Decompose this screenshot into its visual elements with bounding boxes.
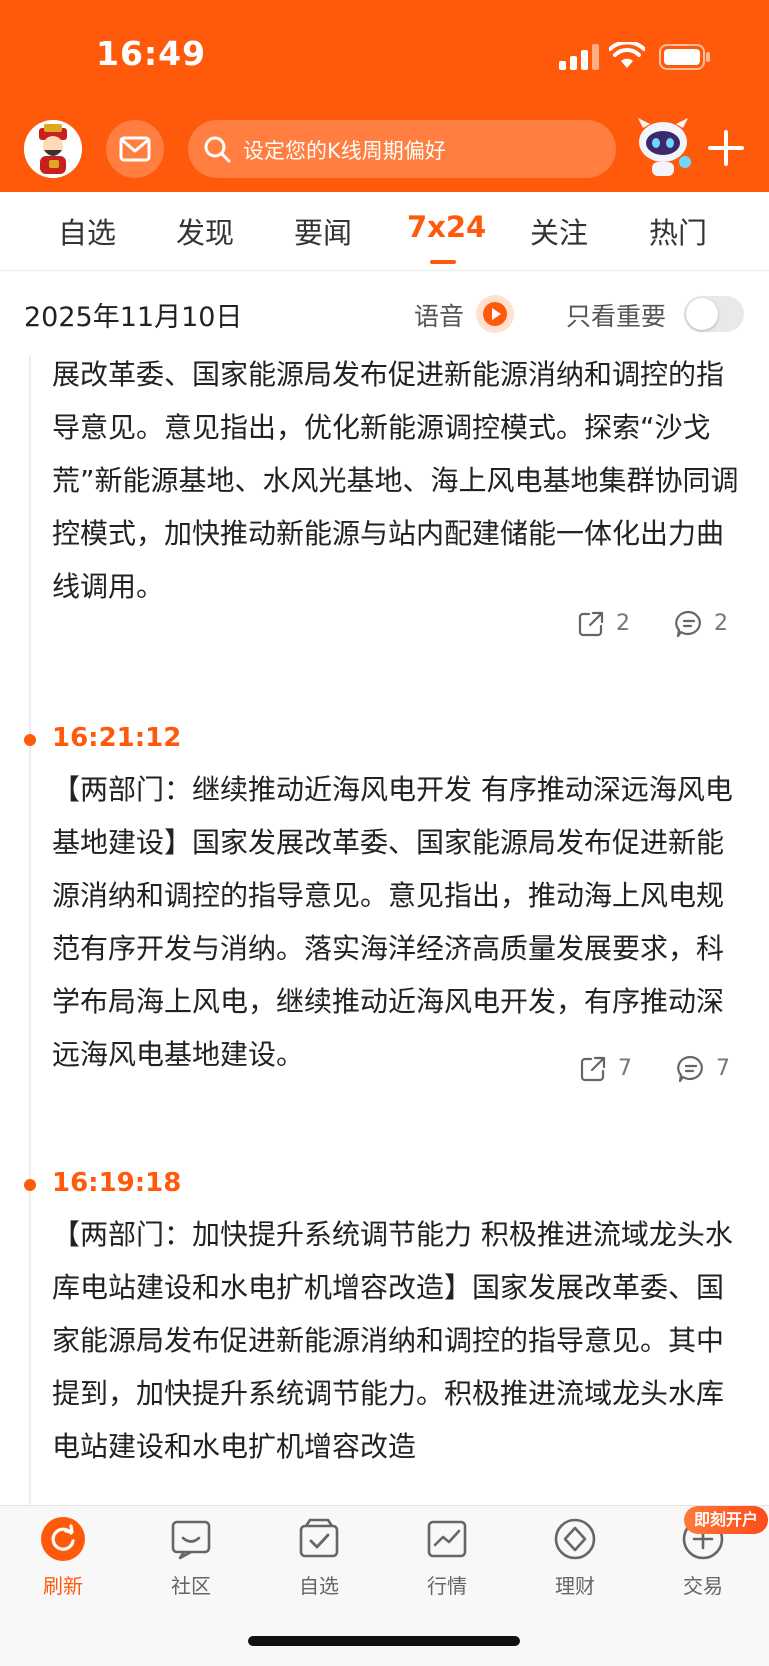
nav-label: 交易 <box>683 1574 723 1598</box>
tab-following[interactable]: 关注 <box>530 210 588 252</box>
message-button[interactable] <box>106 120 164 178</box>
share-icon[interactable] <box>576 609 606 639</box>
search-placeholder: 设定您的K线周期偏好 <box>243 139 446 163</box>
news-item-text[interactable]: 【两部门：继续推动近海风电开发 有序推动深远海风电基地建设】国家发展改革委、国家… <box>52 763 744 1081</box>
community-icon <box>171 1520 211 1560</box>
play-icon <box>483 302 507 326</box>
mail-icon <box>119 136 151 162</box>
share-count: 7 <box>618 1056 632 1081</box>
plus-icon <box>708 130 744 166</box>
date-bar: 2025年11月10日 语音 只看重要 <box>0 271 769 355</box>
tab-headlines[interactable]: 要闻 <box>294 210 352 252</box>
god-of-wealth-icon <box>24 120 82 178</box>
add-button[interactable] <box>706 128 746 168</box>
search-input[interactable]: 设定您的K线周期偏好 <box>188 120 616 178</box>
nav-watchlist[interactable]: 自选 <box>269 1514 369 1604</box>
comment-icon[interactable] <box>676 1054 706 1084</box>
comment-count: 7 <box>716 1056 730 1081</box>
wealth-icon <box>554 1518 596 1560</box>
category-tabs: 自选 发现 要闻 7x24 关注 热门 <box>0 192 769 271</box>
timeline-dot <box>24 1179 36 1191</box>
voice-label[interactable]: 语音 <box>414 297 464 333</box>
market-icon <box>427 1520 467 1558</box>
battery-icon <box>659 44 710 70</box>
active-tab-indicator <box>430 260 456 264</box>
news-item-time: 16:19:18 <box>52 1168 182 1198</box>
nav-market[interactable]: 行情 <box>397 1514 497 1604</box>
toggle-knob <box>686 298 718 330</box>
nav-label: 刷新 <box>43 1574 83 1598</box>
feed-date: 2025年11月10日 <box>24 302 243 333</box>
nav-wealth[interactable]: 理财 <box>525 1514 625 1604</box>
assistant-robot-button[interactable] <box>628 112 698 182</box>
robot-icon <box>638 118 691 176</box>
share-count: 2 <box>616 611 630 636</box>
news-feed: 展改革委、国家能源局发布促进新能源消纳和调控的指导意见。意见指出，优化新能源调控… <box>0 355 769 1505</box>
comment-count: 2 <box>714 611 728 636</box>
watchlist-icon <box>299 1518 339 1558</box>
important-only-toggle[interactable] <box>684 296 744 332</box>
tab-watchlist[interactable]: 自选 <box>58 210 116 252</box>
comment-icon[interactable] <box>674 609 704 639</box>
timeline-dot <box>24 734 36 746</box>
nav-refresh[interactable]: 刷新 <box>13 1514 113 1604</box>
search-icon <box>204 136 231 163</box>
app-header: 16:49 设定您的K线周期偏好 <box>0 0 769 192</box>
nav-label: 理财 <box>555 1574 595 1598</box>
signal-icon <box>559 44 599 70</box>
news-item-actions: 2 2 <box>0 605 769 645</box>
tab-discover[interactable]: 发现 <box>176 210 234 252</box>
user-avatar[interactable] <box>24 120 82 178</box>
share-icon[interactable] <box>578 1054 608 1084</box>
nav-label: 自选 <box>299 1574 339 1598</box>
wifi-icon <box>609 42 645 68</box>
timeline-line <box>29 355 31 1505</box>
tab-7x24[interactable]: 7x24 <box>407 210 486 244</box>
news-item-actions: 7 7 <box>0 1050 769 1090</box>
voice-play-button[interactable] <box>476 295 514 333</box>
news-item-text[interactable]: 【两部门：加快提升系统调节能力 积极推进流域龙头水库电站建设和水电扩机增容改造】… <box>52 1208 744 1473</box>
home-indicator[interactable] <box>248 1636 520 1646</box>
important-only-label: 只看重要 <box>566 302 667 331</box>
nav-community[interactable]: 社区 <box>141 1514 241 1604</box>
refresh-icon <box>41 1517 85 1561</box>
news-item-time: 16:21:12 <box>52 723 182 753</box>
tab-hot[interactable]: 热门 <box>649 210 707 252</box>
nav-label: 社区 <box>171 1574 211 1598</box>
status-time: 16:49 <box>96 34 207 73</box>
open-account-badge[interactable]: 即刻开户 <box>684 1506 769 1534</box>
news-item-text[interactable]: 展改革委、国家能源局发布促进新能源消纳和调控的指导意见。意见指出，优化新能源调控… <box>52 355 744 613</box>
nav-label: 行情 <box>427 1574 467 1598</box>
